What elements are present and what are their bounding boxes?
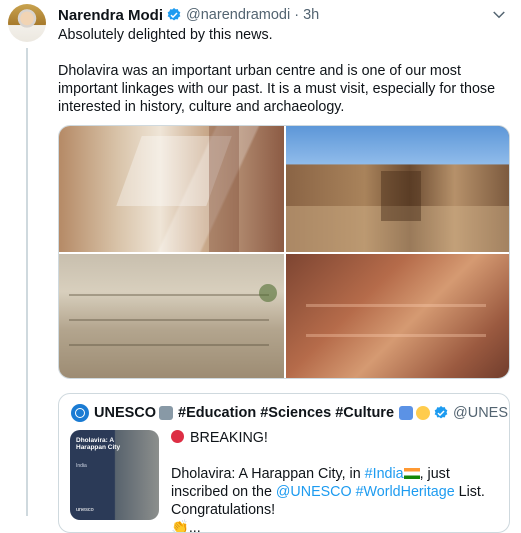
quoted-tweet-text: BREAKING! Dholavira: A Harappan City, in… bbox=[171, 429, 501, 533]
unesco-avatar-icon bbox=[71, 404, 89, 422]
breaking-text: BREAKING! bbox=[190, 430, 268, 446]
ancient-steps-photo[interactable] bbox=[59, 126, 284, 252]
quote-body-a: Dholavira: A Harappan City, in bbox=[171, 466, 365, 482]
tweet-paragraph-2: Dholavira was an important urban centre … bbox=[58, 63, 496, 115]
quoted-tweet-header: UNESCO #Education #Sciences #Culture @UN… bbox=[71, 404, 509, 422]
unesco-mention-link[interactable]: @UNESCO bbox=[276, 484, 352, 500]
excavation-photo[interactable] bbox=[286, 254, 509, 378]
red-circle-emoji-icon bbox=[171, 430, 184, 443]
temple-emoji-icon bbox=[159, 406, 174, 420]
hashtag-worldheritage-link[interactable]: #WorldHeritage bbox=[356, 484, 455, 500]
thread-line bbox=[26, 48, 28, 516]
quoted-author-name: UNESCO bbox=[94, 405, 157, 421]
more-options-chevron-icon[interactable] bbox=[490, 6, 508, 24]
quoted-author-handle: @UNES... bbox=[453, 405, 509, 421]
aerial-ruins-photo[interactable] bbox=[59, 254, 284, 378]
clapping-hands-emoji-icon: 👏 bbox=[171, 520, 189, 533]
quoted-thumbnail: Dholavira: A Harappan City India unesco bbox=[70, 430, 159, 520]
verified-badge-icon bbox=[166, 7, 182, 23]
tweet-header: Narendra Modi @narendramodi · 3h bbox=[58, 6, 319, 24]
quoted-verified-badge-icon bbox=[433, 405, 449, 421]
stone-wall-photo[interactable] bbox=[286, 126, 509, 252]
quoted-tweet[interactable]: UNESCO #Education #Sciences #Culture @UN… bbox=[58, 393, 510, 533]
quote-ellipsis: ... bbox=[188, 520, 201, 533]
thumb-title: Dholavira: A Harappan City bbox=[76, 437, 121, 451]
time-separator: · bbox=[294, 7, 300, 23]
tweet-line-1: Absolutely delighted by this news. bbox=[58, 27, 273, 43]
quoted-author-hashtags: #Education #Sciences #Culture bbox=[178, 405, 395, 421]
india-flag-icon bbox=[403, 468, 420, 479]
tweet-time[interactable]: 3h bbox=[303, 7, 319, 23]
mask-face-emoji-icon bbox=[416, 406, 431, 420]
thumb-country: India bbox=[76, 463, 87, 469]
author-name[interactable]: Narendra Modi bbox=[58, 7, 163, 24]
tweet-text: Absolutely delighted by this news. Dhola… bbox=[58, 26, 504, 116]
hashtag-india-link[interactable]: #India bbox=[365, 466, 404, 482]
media-grid bbox=[58, 125, 510, 379]
author-avatar[interactable] bbox=[8, 4, 46, 42]
thumb-brand: unesco bbox=[76, 507, 94, 513]
author-handle[interactable]: @narendramodi bbox=[186, 7, 290, 23]
un-flag-icon bbox=[399, 406, 414, 420]
